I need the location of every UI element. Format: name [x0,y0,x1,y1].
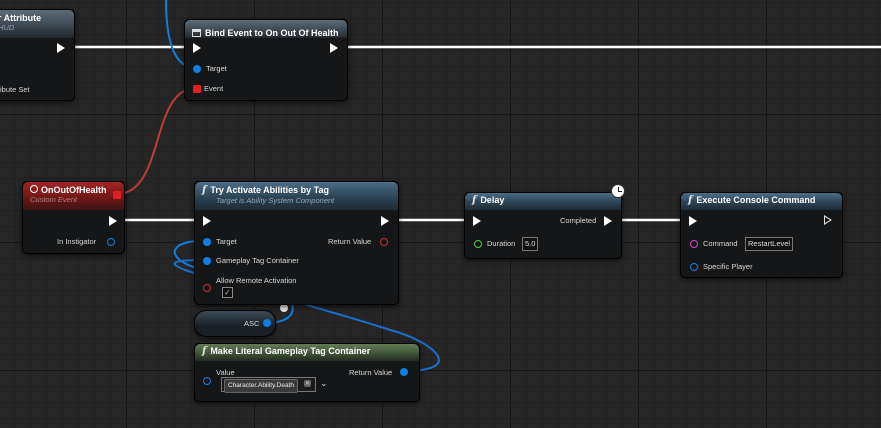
delay-duration-label: Duration [487,239,516,248]
try-activate-target-pin[interactable] [203,238,211,246]
bind-event-exec-out-pin[interactable] [330,43,338,53]
try-activate-header[interactable]: f Try Activate Abilities by Tag Target is… [195,182,398,210]
make-literal-tag-value[interactable]: Character.Ability.Death [224,379,298,393]
try-activate-tag-container-pin[interactable] [203,257,211,265]
on-out-of-health-title: OnOutOfHealth [41,185,107,195]
function-icon: f [472,195,477,206]
on-out-of-health-subtitle: Custom Event [30,195,78,204]
chevron-down-icon[interactable]: ⌄ [320,378,328,389]
execute-console-header[interactable]: f Execute Console Command [681,193,842,210]
try-activate-subtitle: Target is Ability System Component [216,196,335,205]
execute-console-command-pin[interactable] [690,240,698,248]
event-diamond-icon [30,185,38,193]
asc-variable-node[interactable]: ASC [194,310,276,337]
make-literal-tag-container-node[interactable]: f Make Literal Gameplay Tag Container Val… [194,343,420,402]
bind-event-exec-in-pin[interactable] [193,43,201,53]
function-icon: f [688,195,693,206]
get-attribute-subtitle: HUD [0,23,15,32]
bind-event-node[interactable]: Bind Event to On Out Of Health Target Ev… [184,19,348,101]
execute-console-specific-player-pin[interactable] [690,263,698,271]
try-activate-target-label: Target [216,237,237,246]
try-activate-abilities-node[interactable]: f Try Activate Abilities by Tag Target is… [194,181,399,305]
bind-event-header[interactable]: Bind Event to On Out Of Health [185,20,347,38]
bind-event-icon [192,29,201,37]
reroute-knot[interactable] [280,304,288,312]
on-out-of-health-exec-out-pin[interactable] [109,216,117,226]
get-attribute-node[interactable]: r Attribute HUD ibute Set [0,9,75,101]
try-activate-title: Try Activate Abilities by Tag [210,185,330,195]
get-attribute-header[interactable]: r Attribute HUD [0,10,74,38]
bind-event-target-pin[interactable] [193,65,201,73]
get-attribute-exec-out-pin[interactable] [57,43,65,53]
make-literal-title: Make Literal Gameplay Tag Container [210,346,371,356]
execute-console-title: Execute Console Command [696,195,816,205]
event-wire-delegate[interactable] [116,87,197,195]
delay-node[interactable]: f Delay Completed Duration 5.0 [464,184,625,259]
function-icon: f [202,346,207,357]
blueprint-graph-canvas[interactable]: r Attribute HUD ibute Set Bind Event to … [0,0,881,428]
delay-duration-input[interactable]: 5.0 [522,237,539,251]
allow-remote-activation-checkbox[interactable]: ✓ [222,287,233,298]
tag-remove-icon[interactable]: ✕ [304,380,312,387]
on-out-of-health-header[interactable]: OnOutOfHealth Custom Event [23,182,124,210]
clock-hand-icon [618,191,622,192]
execute-console-specific-player-label: Specific Player [703,262,753,271]
delay-header[interactable]: f Delay [465,193,621,210]
on-out-of-health-delegate-pin[interactable] [113,191,121,199]
make-literal-value-pin[interactable] [203,377,211,385]
latent-clock-icon [611,184,625,198]
make-literal-return-label: Return Value [349,368,393,377]
execute-console-exec-in-pin[interactable] [689,216,697,226]
execute-console-command-input[interactable]: RestartLevel [745,237,794,251]
delay-title: Delay [480,195,505,205]
make-literal-value-label: Value [216,368,235,377]
execute-console-command-label: Command [703,239,738,248]
asc-variable-output-pin[interactable] [263,319,271,327]
try-activate-allow-remote-label: Allow Remote Activation [216,276,297,285]
try-activate-exec-out-pin[interactable] [381,216,389,226]
make-literal-header[interactable]: f Make Literal Gameplay Tag Container [195,344,419,361]
try-activate-tag-container-label: Gameplay Tag Container [216,256,299,265]
bind-event-target-label: Target [206,64,227,73]
make-literal-return-pin[interactable] [400,368,408,376]
delay-completed-pin[interactable] [604,216,612,226]
execute-console-exec-out-pin[interactable] [824,215,832,225]
function-icon: f [202,185,207,196]
on-out-of-health-instigator-pin[interactable] [107,238,115,246]
delay-completed-label: Completed [560,216,597,225]
get-attribute-title: r Attribute [0,13,42,23]
try-activate-allow-remote-pin[interactable] [203,284,211,292]
bind-event-event-label: Event [204,84,224,93]
get-attribute-pin-label: ibute Set [0,85,30,94]
delay-exec-in-pin[interactable] [473,216,481,226]
try-activate-exec-in-pin[interactable] [203,216,211,226]
on-out-of-health-instigator-label: In Instigator [57,237,97,246]
try-activate-return-label: Return Value [328,237,372,246]
delay-duration-pin[interactable] [474,240,482,248]
bind-event-event-pin[interactable] [193,85,201,93]
try-activate-return-pin[interactable] [380,238,388,246]
bind-event-title: Bind Event to On Out Of Health [205,28,339,38]
asc-variable-label: ASC [244,319,260,328]
execute-console-command-node[interactable]: f Execute Console Command Command Restart… [680,192,843,278]
on-out-of-health-event-node[interactable]: OnOutOfHealth Custom Event In Instigator [22,181,125,254]
